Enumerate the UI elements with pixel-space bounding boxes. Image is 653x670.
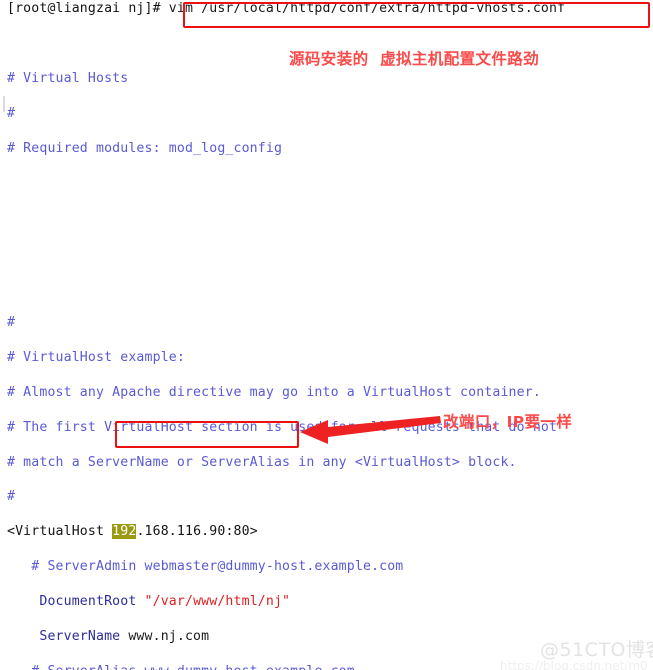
annotation-port-note: 改端口，IP要一样 [443,413,573,431]
annotation-box-vhost-address [115,421,299,448]
line-vhost1-open: <VirtualHost 192.168.116.90:80> [7,524,258,540]
line-blank-3 [0,209,653,226]
ip-highlight-vhost1: 192 [112,524,137,540]
annotation-path-note: 源码安装的 虚拟主机配置文件路劲 [289,50,540,68]
line-blank-2 [0,174,653,191]
line-header-comment-0: # Virtual Hosts [7,70,129,86]
line-vhost1-documentroot: DocumentRoot "/var/www/html/nj" [7,594,291,610]
line-header-comment-1: # [7,105,16,121]
watermark-site: @51CTO博客 [540,639,653,661]
line-example-comment-4: # match a ServerName or ServerAlias in a… [7,454,517,470]
line-header-comment-2: # Required modules: mod_log_config [7,140,283,156]
line-example-comment-0: # [7,315,16,331]
line-blank-5 [0,279,653,296]
line-blank-4 [0,244,653,261]
vim-editor-screenshot: [root@liangzai nj]# vim /usr/local/httpd… [0,0,653,670]
line-example-comment-5: # [7,489,16,505]
shell-prompt: [root@liangzai nj]# [7,1,161,16]
annotation-box-vim-command [183,2,650,28]
line-vhost1-serveradmin: # ServerAdmin webmaster@dummy-host.examp… [7,559,404,575]
watermark-url: https://blog.csdn.net/m0_55622206 [500,659,653,670]
line-example-comment-2: # Almost any Apache directive may go int… [7,384,541,400]
config-file-content: [root@liangzai nj]# vim /usr/local/httpd… [0,0,653,670]
line-example-comment-1: # VirtualHost example: [7,349,185,365]
